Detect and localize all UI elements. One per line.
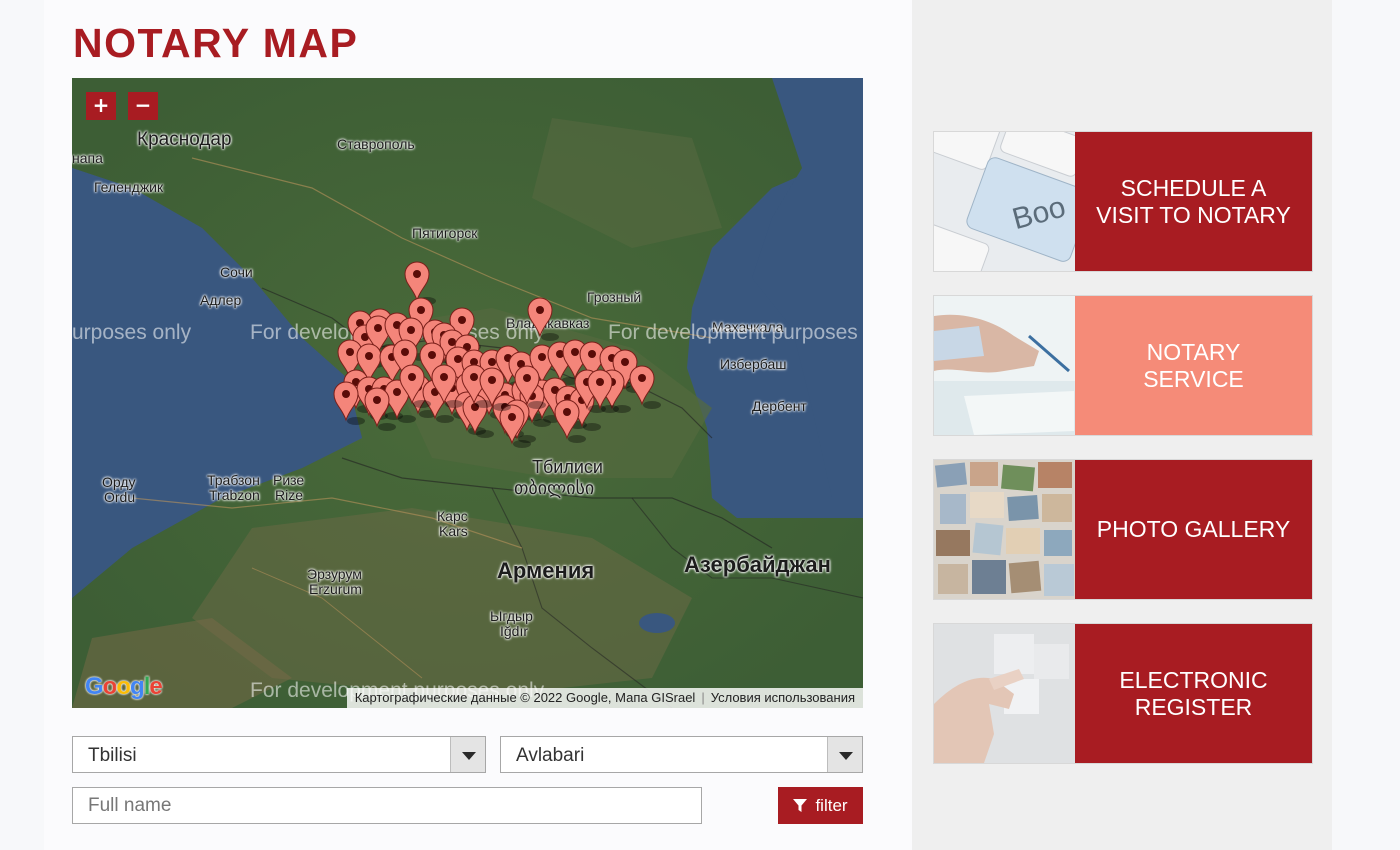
district-select-value: Avlabari (516, 745, 585, 766)
touch-screen-image (934, 624, 1075, 763)
notary-service-label: NOTARY SERVICE (1075, 296, 1312, 435)
photo-collage-image (934, 460, 1075, 599)
schedule-visit-tile[interactable]: Boo SCHEDULE A VISIT TO NOTARY (933, 131, 1313, 272)
filter-button[interactable]: filter (778, 787, 863, 824)
notary-service-tile[interactable]: NOTARY SERVICE (933, 295, 1313, 436)
terms-link[interactable]: Условия использования (711, 690, 855, 705)
chevron-down-icon[interactable] (450, 737, 485, 772)
notary-map[interactable]: + − Краснодар Ставрополь напа Геленджик … (72, 78, 863, 708)
electronic-register-label: ELECTRONIC REGISTER (1075, 624, 1312, 763)
notary-marker[interactable] (527, 297, 559, 341)
chevron-down-icon[interactable] (827, 737, 862, 772)
filter-button-label: filter (815, 795, 848, 815)
funnel-icon (793, 798, 808, 812)
hand-writing-image (934, 296, 1075, 435)
photo-gallery-tile[interactable]: PHOTO GALLERY (933, 459, 1313, 600)
electronic-register-tile[interactable]: ELECTRONIC REGISTER (933, 623, 1313, 764)
notary-markers[interactable] (72, 78, 863, 708)
notary-marker[interactable] (629, 365, 661, 409)
google-logo: Google (85, 673, 163, 700)
city-select[interactable]: Tbilisi (72, 736, 486, 773)
city-select-value: Tbilisi (88, 745, 137, 766)
photo-gallery-label: PHOTO GALLERY (1075, 460, 1312, 599)
keyboard-book-image: Boo (934, 132, 1075, 271)
map-attribution: Картографические данные © 2022 Google, М… (346, 688, 863, 708)
full-name-input[interactable] (72, 787, 702, 824)
schedule-visit-label: SCHEDULE A VISIT TO NOTARY (1075, 132, 1312, 271)
page-title: NOTARY MAP (73, 20, 359, 66)
attribution-text: Картографические данные © 2022 Google, М… (354, 690, 696, 705)
district-select[interactable]: Avlabari (500, 736, 863, 773)
